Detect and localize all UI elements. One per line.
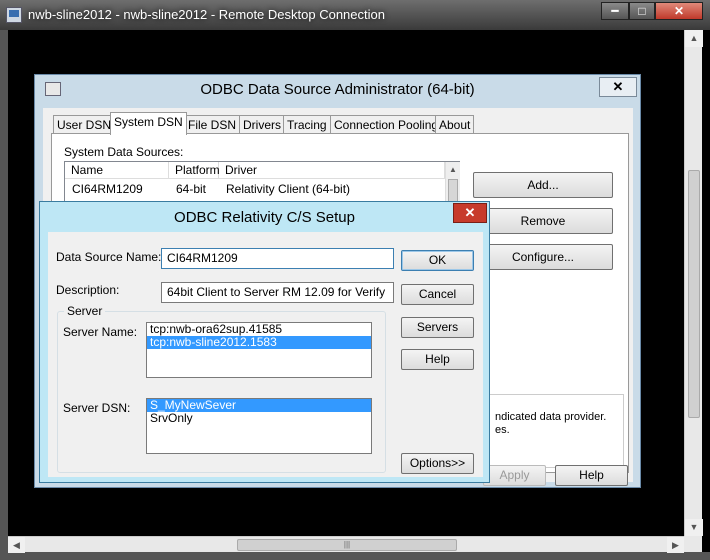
- description-label: Description:: [56, 283, 120, 297]
- column-header-driver[interactable]: Driver: [219, 162, 445, 179]
- rdp-window-title: nwb-sline2012 - nwb-sline2012 - Remote D…: [28, 7, 385, 22]
- remote-desktop-icon: [6, 7, 22, 23]
- scrollbar-corner: [684, 536, 702, 552]
- tab-connection-pooling[interactable]: Connection Pooling: [330, 115, 443, 134]
- scroll-down-arrow-icon[interactable]: ▼: [685, 519, 703, 536]
- setup-dialog-body: Data Source Name: CI64RM1209 Description…: [48, 232, 483, 477]
- server-dsn-list[interactable]: S_MyNewSever SrvOnly: [146, 398, 372, 454]
- setup-help-button[interactable]: Help: [401, 349, 474, 370]
- dsn-row-driver[interactable]: Relativity Client (64-bit): [219, 181, 445, 197]
- list-scroll-up-icon[interactable]: ▲: [446, 163, 460, 177]
- apply-button[interactable]: Apply: [483, 465, 546, 486]
- dsn-row-name[interactable]: CI64RM1209: [65, 181, 169, 197]
- ok-button[interactable]: OK: [401, 250, 474, 271]
- vertical-scroll-thumb[interactable]: [688, 170, 700, 418]
- admin-close-button[interactable]: ✕: [599, 77, 637, 97]
- server-group: Server Server Name: tcp:nwb-ora62sup.415…: [57, 304, 386, 473]
- servers-button[interactable]: Servers: [401, 317, 474, 338]
- server-name-label: Server Name:: [63, 325, 138, 339]
- server-dsn-item[interactable]: SrvOnly: [147, 412, 371, 425]
- description-line-2: es.: [495, 424, 510, 436]
- configure-button[interactable]: Configure...: [473, 244, 613, 270]
- tab-file-dsn[interactable]: File DSN: [184, 115, 241, 134]
- options-button[interactable]: Options>>: [401, 453, 474, 474]
- scroll-left-arrow-icon[interactable]: ◀: [8, 537, 25, 553]
- tab-system-dsn[interactable]: System DSN: [110, 112, 187, 135]
- server-group-title: Server: [64, 304, 106, 318]
- horizontal-scrollbar[interactable]: ◀ ||| ▶: [8, 536, 684, 553]
- tab-tracing[interactable]: Tracing: [283, 115, 331, 134]
- tab-drivers[interactable]: Drivers: [239, 115, 285, 134]
- description-line-1: ndicated data provider.: [495, 411, 607, 423]
- description-field[interactable]: 64bit Client to Server RM 12.09 for Veri…: [161, 282, 394, 303]
- system-data-sources-label: System Data Sources:: [64, 145, 184, 159]
- setup-close-button[interactable]: ✕: [453, 203, 487, 223]
- minimize-button[interactable]: ━: [601, 2, 629, 20]
- scroll-right-arrow-icon[interactable]: ▶: [667, 537, 684, 553]
- setup-dialog-title: ODBC Relativity C/S Setup: [174, 209, 355, 226]
- relativity-setup-dialog: ODBC Relativity C/S Setup ✕ Data Source …: [39, 201, 490, 483]
- dsn-row-platform[interactable]: 64-bit: [169, 181, 219, 197]
- vertical-scrollbar[interactable]: ▲ ▼: [684, 30, 703, 536]
- data-source-name-field[interactable]: CI64RM1209: [161, 248, 394, 269]
- rdp-bottom-frame: [0, 552, 710, 560]
- dsn-description-box: ndicated data provider. es.: [482, 394, 624, 468]
- horizontal-scroll-thumb[interactable]: |||: [237, 539, 457, 551]
- tab-user-dsn[interactable]: User DSN: [53, 115, 116, 134]
- server-name-item-selected[interactable]: tcp:nwb-sline2012.1583: [147, 336, 371, 349]
- rdp-left-frame: [0, 30, 8, 552]
- server-name-list[interactable]: tcp:nwb-ora62sup.41585 tcp:nwb-sline2012…: [146, 322, 372, 378]
- data-source-name-label: Data Source Name:: [56, 250, 162, 264]
- server-dsn-label: Server DSN:: [63, 401, 131, 415]
- admin-help-button[interactable]: Help: [555, 465, 628, 486]
- rdp-close-button[interactable]: ✕: [655, 2, 703, 20]
- add-button[interactable]: Add...: [473, 172, 613, 198]
- rdp-title-bar: nwb-sline2012 - nwb-sline2012 - Remote D…: [0, 0, 710, 30]
- column-header-name[interactable]: Name: [65, 162, 169, 179]
- remove-button[interactable]: Remove: [473, 208, 613, 234]
- admin-dialog-title: ODBC Data Source Administrator (64-bit): [200, 81, 475, 98]
- maximize-button[interactable]: □: [629, 2, 655, 20]
- cancel-button[interactable]: Cancel: [401, 284, 474, 305]
- tab-about[interactable]: About: [435, 115, 475, 134]
- column-header-platform[interactable]: Platform: [169, 162, 220, 179]
- scroll-up-arrow-icon[interactable]: ▲: [685, 30, 703, 47]
